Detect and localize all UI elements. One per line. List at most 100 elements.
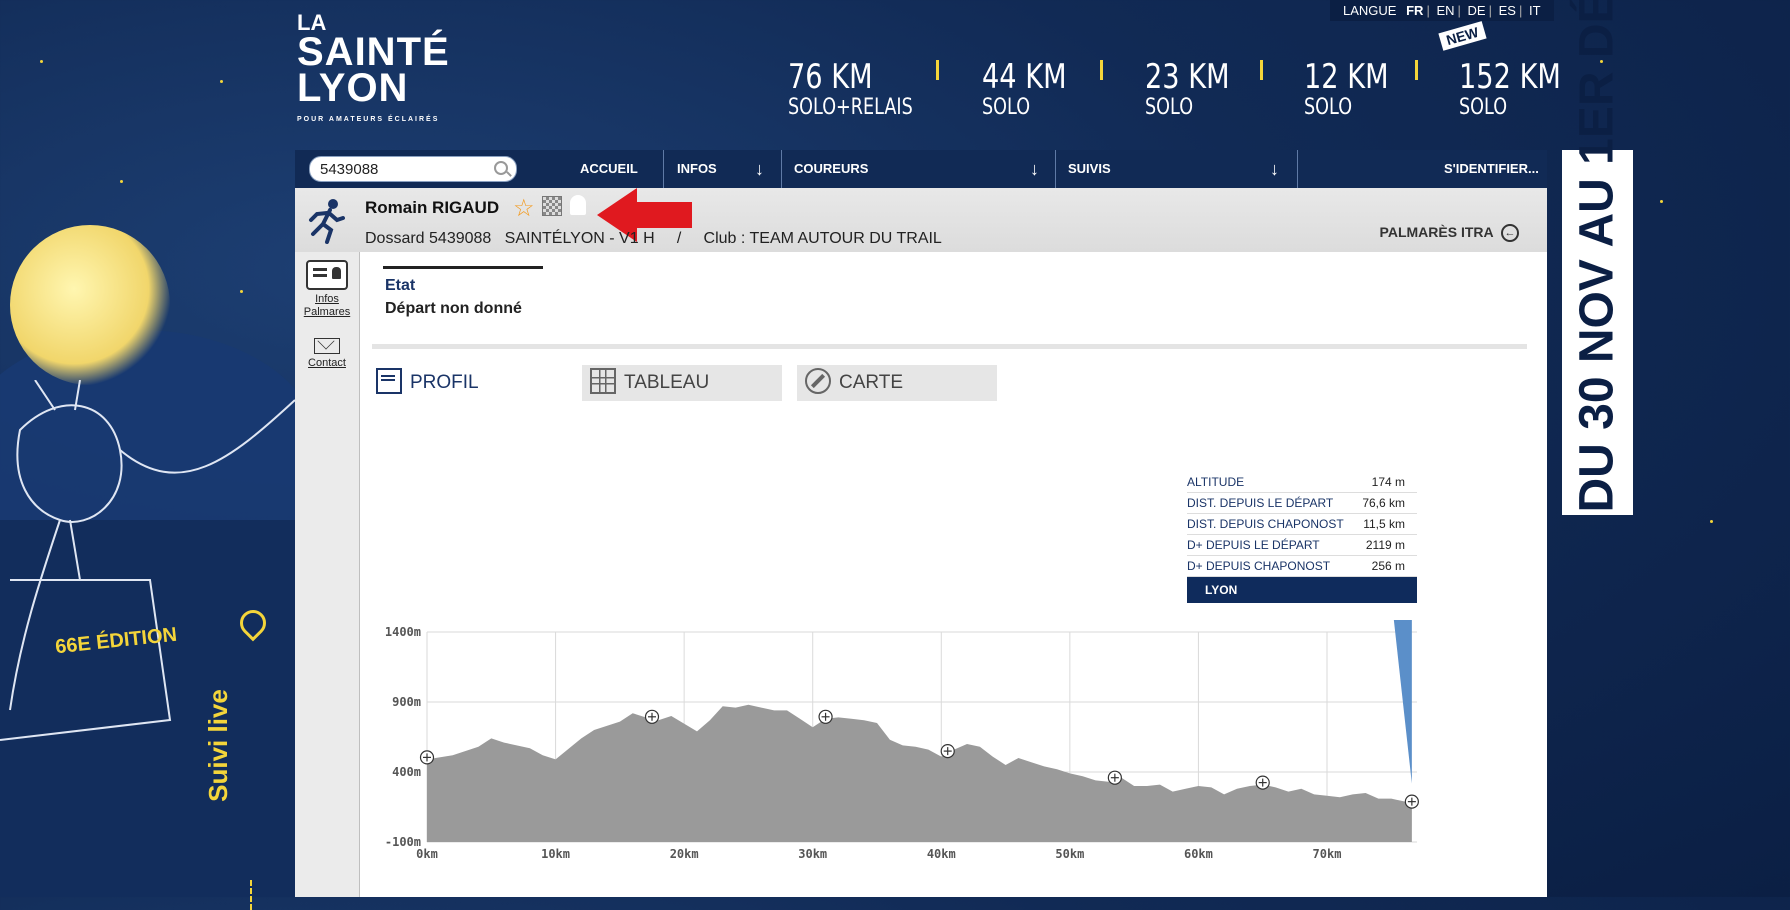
sidebar-label: Contact [308,357,346,369]
y-tick-label: 400m [392,765,421,779]
nav-login[interactable]: S'IDENTIFIER... [1444,150,1539,188]
x-tick-label: 0km [416,847,438,861]
site-logo[interactable]: LA SAINTÉ LYON POUR AMATEURS ÉCLAIRÉS [297,12,450,138]
logo-text: LYON [297,66,409,110]
elevation-profile-chart[interactable]: 1400m900m400m-100m0km 10km 20km 30km 40km 50k… [372,620,1432,880]
date-banner-text: DU 30 NOV AU 1ER DÉC 2019 [1570,0,1624,513]
race-divider [1260,60,1263,80]
race-distance: 44 KM [982,57,1067,97]
language-es[interactable]: ES [1499,3,1516,18]
runner-sidebar: Infos Palmares Contact [295,252,360,897]
palmares-itra-link[interactable]: PALMARÈS ITRA ← [1379,224,1519,243]
language-it[interactable]: IT [1529,3,1541,18]
new-badge: NEW [1438,21,1487,51]
language-fr[interactable]: FR [1406,3,1423,18]
favorite-star-icon[interactable]: ☆ [513,194,535,223]
nav-divider [781,150,782,188]
race-type: SOLO [1145,95,1194,120]
info-row-dplus: D+ DEPUIS LE DÉPART 2119 m [1187,535,1417,556]
section-divider [372,344,1527,349]
main-nav: ACCUEIL INFOS ↓ COUREURS ↓ SUIVIS ↓ S'ID… [295,150,1547,188]
search-box [309,156,517,182]
runner-header: Romain RIGAUD ☆ Dossard 5439088 SAINTÉLY… [295,188,1547,252]
dashed-line [250,880,254,910]
race-152km[interactable]: 152 KM SOLO [1459,58,1586,120]
info-label: DIST. DEPUIS CHAPONOST [1187,517,1344,531]
separator: / [676,230,682,247]
nav-suivis[interactable]: SUIVIS [1068,150,1111,188]
info-row-dplus-chaponost: D+ DEPUIS CHAPONOST 256 m [1187,556,1417,577]
race-distance: 12 KM [1304,57,1389,97]
x-tick-label: 10km [541,847,570,861]
nav-accueil[interactable]: ACCUEIL [580,150,638,188]
ghost-icon[interactable] [570,195,586,215]
elevation-area [427,704,1412,842]
race-distance: 23 KM [1145,57,1230,97]
nav-divider [663,150,664,188]
race-23km[interactable]: 23 KM SOLO [1145,58,1251,120]
info-label: D+ DEPUIS LE DÉPART [1187,538,1320,552]
circle-arrow-left-icon: ← [1501,224,1519,243]
search-icon[interactable] [494,161,508,175]
tab-label: TABLEAU [624,372,710,393]
tab-profil[interactable]: PROFIL [376,365,556,401]
arrow-down-icon[interactable]: ↓ [1030,160,1046,178]
nav-divider [1297,150,1298,188]
moon-illustration [10,225,170,385]
sidebar-item-infos-palmares[interactable]: Infos Palmares [295,260,359,319]
y-tick-label: 900m [392,695,421,709]
star-dot [240,290,243,293]
race-76km[interactable]: 76 KM SOLO+RELAIS [788,58,944,120]
id-card-icon [306,260,348,290]
elevation-info-box: ALTITUDE 174 m DIST. DEPUIS LE DÉPART 76,6… [1187,472,1417,603]
race-12km[interactable]: 12 KM SOLO [1304,58,1410,120]
logo-tagline: POUR AMATEURS ÉCLAIRÉS [297,116,440,123]
info-value: 2119 m [1365,538,1405,552]
arrow-down-icon[interactable]: ↓ [755,160,771,178]
race-divider [1415,60,1418,80]
info-town: LYON [1187,577,1417,603]
race-distance: 152 KM [1459,57,1561,97]
suivi-live-banner[interactable]: Suivi live [203,604,272,910]
race-type: SOLO+RELAIS [788,95,913,120]
bib-number: Dossard 5439088 [365,230,492,247]
race-divider [1100,60,1103,80]
etat-divider [383,266,543,269]
language-en[interactable]: EN [1436,3,1454,18]
runner-icon [309,199,345,244]
race-divider [936,60,939,80]
profile-chart-icon [376,367,402,394]
language-de[interactable]: DE [1468,3,1486,18]
info-value: 256 m [1371,559,1405,573]
race-category: SAINTÉLYON - V1 H [504,230,655,247]
race-44km[interactable]: 44 KM SOLO [982,58,1088,120]
compass-icon [805,367,831,394]
y-tick-label: 1400m [385,625,421,639]
checkered-flag-icon[interactable] [542,196,562,216]
language-label: LANGUE [1343,3,1397,18]
x-tick-label: 20km [670,847,699,861]
info-label: ALTITUDE [1187,475,1245,489]
tab-tableau[interactable]: TABLEAU [582,365,782,401]
nav-divider [1055,150,1056,188]
runner-name: Romain RIGAUD [365,198,500,217]
sidebar-label: Infos [315,293,339,305]
arrow-down-icon[interactable]: ↓ [1270,160,1286,178]
info-row-distance-chaponost: DIST. DEPUIS CHAPONOST 11,5 km [1187,514,1417,535]
x-tick-label: 60km [1184,847,1213,861]
star-dot [40,60,43,63]
table-icon [590,367,616,394]
x-tick-label: 40km [927,847,956,861]
tab-carte[interactable]: CARTE [797,365,997,401]
logo-text: SAINTÉ [297,30,450,74]
nav-coureurs[interactable]: COUREURS [794,150,868,188]
info-row-altitude: ALTITUDE 174 m [1187,472,1417,493]
palmares-label: PALMARÈS ITRA [1379,224,1494,240]
search-input[interactable] [318,159,487,179]
race-distance: 76 KM [788,57,873,97]
sidebar-item-contact[interactable]: Contact [295,338,359,370]
nav-infos[interactable]: INFOS [677,150,717,188]
x-tick-label: 30km [798,847,827,861]
runner-details: Dossard 5439088 SAINTÉLYON - V1 H / Club… [365,230,942,248]
sidebar-label: Palmares [303,306,351,318]
